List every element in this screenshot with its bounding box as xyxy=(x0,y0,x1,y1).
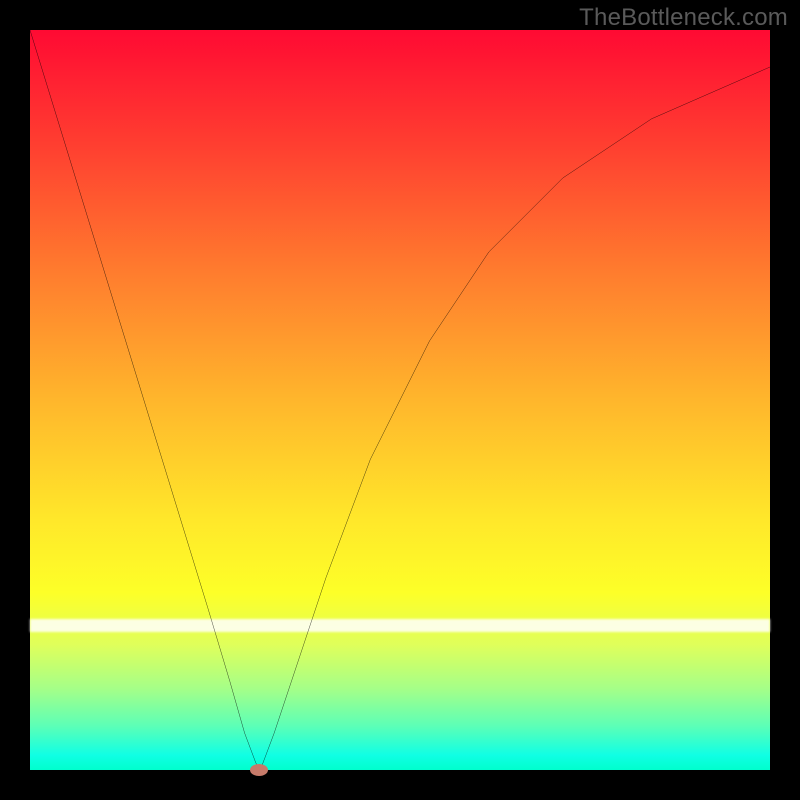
chart-frame: TheBottleneck.com xyxy=(0,0,800,800)
curve-path xyxy=(30,30,770,770)
optimum-marker xyxy=(250,764,268,776)
plot-area xyxy=(30,30,770,770)
watermark-text: TheBottleneck.com xyxy=(579,4,788,32)
bottleneck-curve xyxy=(30,30,770,770)
